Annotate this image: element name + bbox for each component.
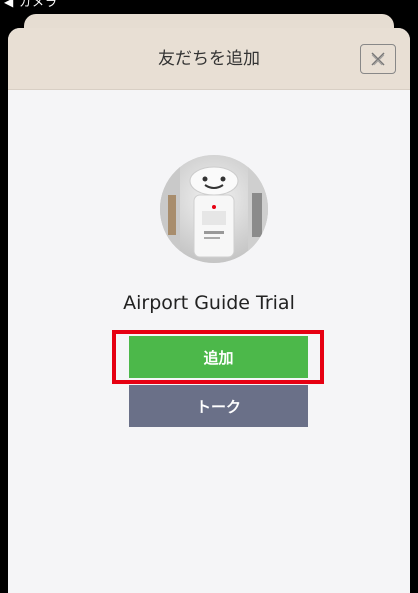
dialog-header: 友だちを追加 (8, 28, 410, 90)
add-friend-button[interactable]: 追加 (129, 336, 308, 378)
add-friend-dialog: 友だちを追加 Airport Guide Trial 追加 トーク (8, 28, 410, 593)
screen-backdrop: ◀ カメラ 友だちを追加 Airport Guide Trial 追加 トーク (0, 0, 418, 593)
close-button[interactable] (360, 44, 396, 74)
profile-name: Airport Guide Trial (123, 292, 295, 314)
profile-avatar[interactable] (160, 155, 268, 263)
talk-button[interactable]: トーク (129, 385, 308, 427)
status-back-label[interactable]: ◀ カメラ (4, 0, 58, 8)
close-icon (371, 52, 385, 66)
dialog-title: 友だちを追加 (158, 49, 260, 69)
guide-robot-image (160, 155, 268, 263)
